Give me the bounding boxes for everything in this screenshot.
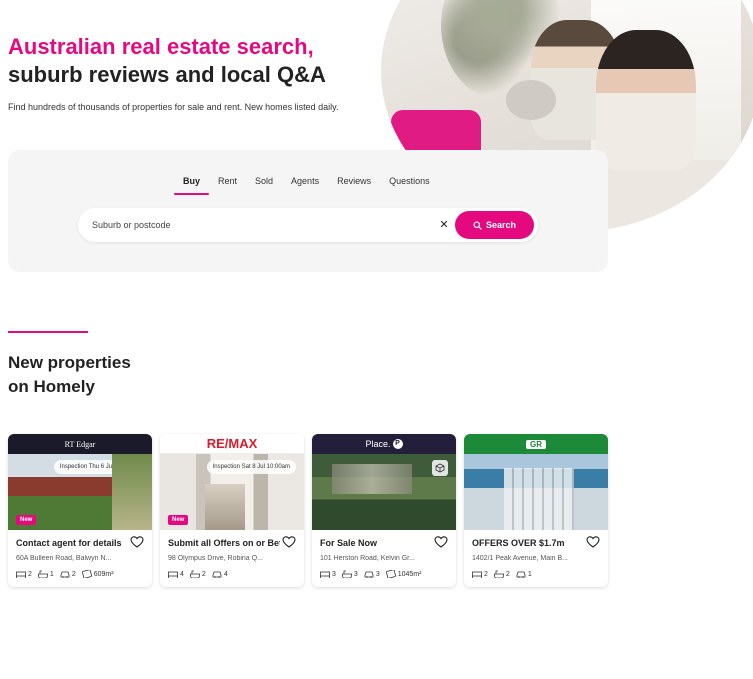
listing-features: 4 2 4 xyxy=(168,570,228,578)
listing-title: OFFERS OVER $1.7m xyxy=(472,538,565,548)
agency-logo: RT Edgar xyxy=(8,434,152,454)
search-tabs: Buy Rent Sold Agents Reviews Questions xyxy=(174,176,439,195)
car-icon xyxy=(364,571,374,578)
search-button-label: Search xyxy=(485,220,517,230)
listing-address: 101 Herston Road, Kelvin Gr... xyxy=(320,555,415,562)
inspection-badge: Inspection Sat 8 Jul 10:00am xyxy=(206,460,296,474)
listing-features: 3 3 3 1045m² xyxy=(320,570,421,578)
land-size: 609m² xyxy=(93,570,114,578)
hero-headline: Australian real estate search, suburb re… xyxy=(8,33,388,89)
place-logo-icon: P xyxy=(392,439,403,449)
agency-logo-text: Place. xyxy=(365,439,391,449)
agency-logo-text: GR xyxy=(526,439,546,449)
cars-count: 1 xyxy=(527,570,532,578)
listing-address: 1402/1 Peak Avenue, Main B... xyxy=(472,555,568,562)
hero-headline-dark: suburb reviews and local Q&A xyxy=(8,62,326,87)
search-panel: Buy Rent Sold Agents Reviews Questions ✕… xyxy=(8,150,608,272)
baths-count: 3 xyxy=(353,570,358,578)
listing-features: 2 2 1 xyxy=(472,570,532,578)
bed-icon xyxy=(16,571,26,578)
cars-count: 4 xyxy=(223,570,228,578)
bath-icon xyxy=(342,570,352,578)
agency-logo: RE/MAX xyxy=(160,434,304,454)
car-icon xyxy=(516,571,526,578)
listing-title: Contact agent for details xyxy=(16,538,122,548)
hero-person-woman xyxy=(596,30,696,170)
listing-card[interactable]: RE/MAX Inspection Sat 8 Jul 10:00am New … xyxy=(160,434,304,587)
new-badge: New xyxy=(16,515,37,525)
car-icon xyxy=(212,571,222,578)
tab-reviews[interactable]: Reviews xyxy=(328,176,380,192)
section-title-line2: on Homely xyxy=(8,377,95,396)
listing-cards: RT Edgar Inspection Thu 6 Jul 11:00am Ne… xyxy=(8,434,608,587)
tab-agents[interactable]: Agents xyxy=(282,176,328,192)
baths-count: 2 xyxy=(505,570,510,578)
listing-photo[interactable]: Inspection Sat 8 Jul 10:00am New xyxy=(160,454,304,530)
cars-count: 2 xyxy=(71,570,76,578)
hero-headline-pink: Australian real estate search, xyxy=(8,34,314,59)
agency-logo: GR xyxy=(464,434,608,454)
search-input[interactable] xyxy=(92,208,422,242)
beds-count: 4 xyxy=(180,570,184,578)
heart-icon[interactable] xyxy=(130,535,144,549)
land-size-icon xyxy=(385,570,396,578)
heart-icon[interactable] xyxy=(586,535,600,549)
listing-card[interactable]: RT Edgar Inspection Thu 6 Jul 11:00am Ne… xyxy=(8,434,152,587)
agency-logo: Place. P xyxy=(312,434,456,454)
beds-count: 3 xyxy=(332,570,336,578)
tab-questions[interactable]: Questions xyxy=(380,176,439,192)
hero-dog xyxy=(506,80,556,120)
heart-icon[interactable] xyxy=(434,535,448,549)
section-title-line1: New properties xyxy=(8,353,131,372)
listing-card[interactable]: GR OFFERS OVER $1.7m 1402/1 Peak Avenue,… xyxy=(464,434,608,587)
baths-count: 2 xyxy=(201,570,206,578)
bed-icon xyxy=(472,571,482,578)
3d-tour-icon[interactable] xyxy=(128,478,144,494)
new-badge: New xyxy=(168,515,189,525)
listing-photo[interactable]: Inspection Thu 6 Jul 11:00am New xyxy=(8,454,152,530)
cars-count: 3 xyxy=(375,570,380,578)
baths-count: 1 xyxy=(49,570,54,578)
listing-address: 60A Bulleen Road, Balwyn N... xyxy=(16,555,112,562)
bed-icon xyxy=(320,571,330,578)
tab-buy[interactable]: Buy xyxy=(174,176,210,195)
bath-icon xyxy=(494,570,504,578)
section-title: New properties on Homely xyxy=(8,351,208,399)
beds-count: 2 xyxy=(28,570,32,578)
inspection-badge: Inspection Thu 6 Jul 11:00am xyxy=(53,460,144,474)
bath-icon xyxy=(190,570,200,578)
tab-sold[interactable]: Sold xyxy=(246,176,282,192)
search-icon xyxy=(473,220,482,230)
listing-card[interactable]: Place. P For Sale Now 101 Herston Road, … xyxy=(312,434,456,587)
land-size: 1045m² xyxy=(397,570,422,578)
bath-icon xyxy=(38,570,48,578)
heart-icon[interactable] xyxy=(282,535,296,549)
listing-title: For Sale Now xyxy=(320,538,378,548)
3d-tour-icon[interactable] xyxy=(432,460,448,476)
car-icon xyxy=(60,571,70,578)
listing-photo[interactable] xyxy=(464,454,608,530)
search-button[interactable]: Search xyxy=(455,211,534,239)
land-size-icon xyxy=(81,570,92,578)
beds-count: 2 xyxy=(484,570,488,578)
close-icon[interactable]: ✕ xyxy=(437,218,451,232)
section-accent-rule xyxy=(8,331,88,333)
hero-subtitle: Find hundreds of thousands of properties… xyxy=(8,102,339,112)
listing-title: Submit all Offers on or Before xyxy=(168,538,280,548)
search-bar: ✕ Search xyxy=(78,208,538,242)
tab-rent[interactable]: Rent xyxy=(209,176,246,192)
bed-icon xyxy=(168,571,178,578)
listing-features: 2 1 2 609m² xyxy=(16,570,114,578)
listing-address: 98 Olympus Drive, Robina Q... xyxy=(168,555,263,562)
listing-photo[interactable] xyxy=(312,454,456,530)
